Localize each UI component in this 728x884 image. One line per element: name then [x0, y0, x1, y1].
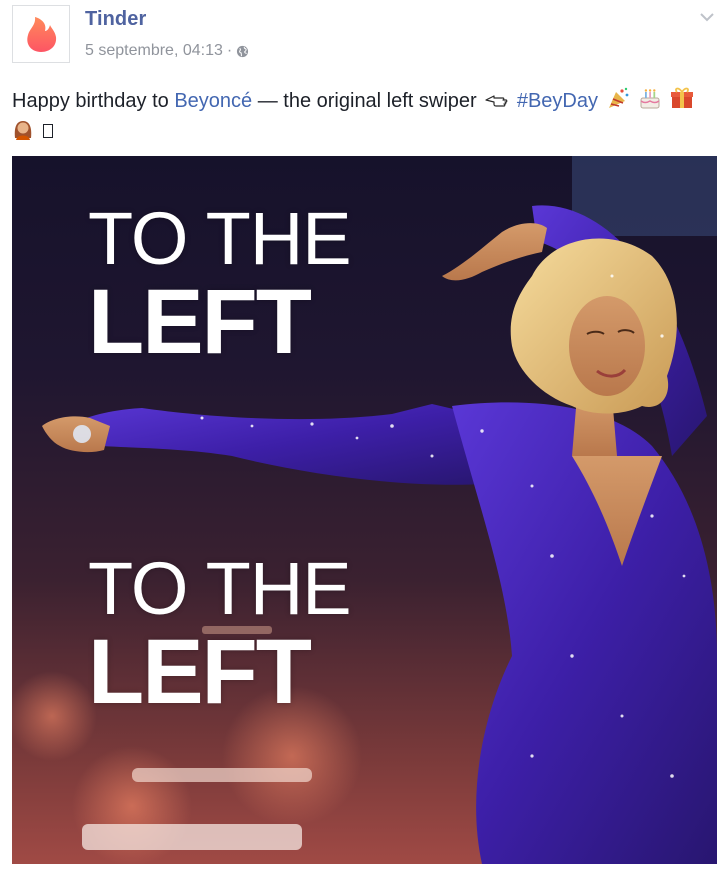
page-name-link[interactable]: Tinder [85, 8, 146, 31]
overlay-line-1: TO THE [88, 197, 352, 280]
woman-icon [14, 121, 32, 140]
post-meta: 5 septembre, 04:13 · [85, 42, 249, 60]
hashtag-link[interactable]: #BeyDay [517, 90, 598, 112]
post-message: Happy birthday to Beyoncé — the original… [12, 86, 717, 146]
missing-glyph-icon [42, 124, 53, 138]
globe-icon[interactable] [236, 45, 249, 58]
overlay-line-2: LEFT [88, 271, 312, 373]
pointing-left-icon [485, 95, 508, 107]
party-popper-icon [608, 87, 628, 108]
message-intro: Happy birthday to [12, 90, 175, 112]
post-timestamp[interactable]: 5 septembre, 04:13 [85, 42, 223, 60]
post-photo[interactable]: TO THE LEFT TO THE LEFT [12, 156, 717, 864]
mention-link[interactable]: Beyoncé [174, 90, 252, 112]
birthday-cake-icon [640, 89, 660, 109]
meta-separator: · [226, 42, 233, 59]
page-avatar[interactable] [12, 5, 70, 63]
message-middle: — the original left swiper [252, 90, 477, 112]
overlay-line-4: LEFT [88, 621, 312, 723]
wrapped-gift-icon [670, 87, 693, 108]
overlay-line-3: TO THE [88, 547, 352, 630]
facebook-post: Tinder 5 septembre, 04:13 · Happy birthd… [0, 0, 728, 884]
tinder-flame-icon [27, 17, 57, 52]
chevron-down-icon[interactable] [700, 12, 714, 22]
